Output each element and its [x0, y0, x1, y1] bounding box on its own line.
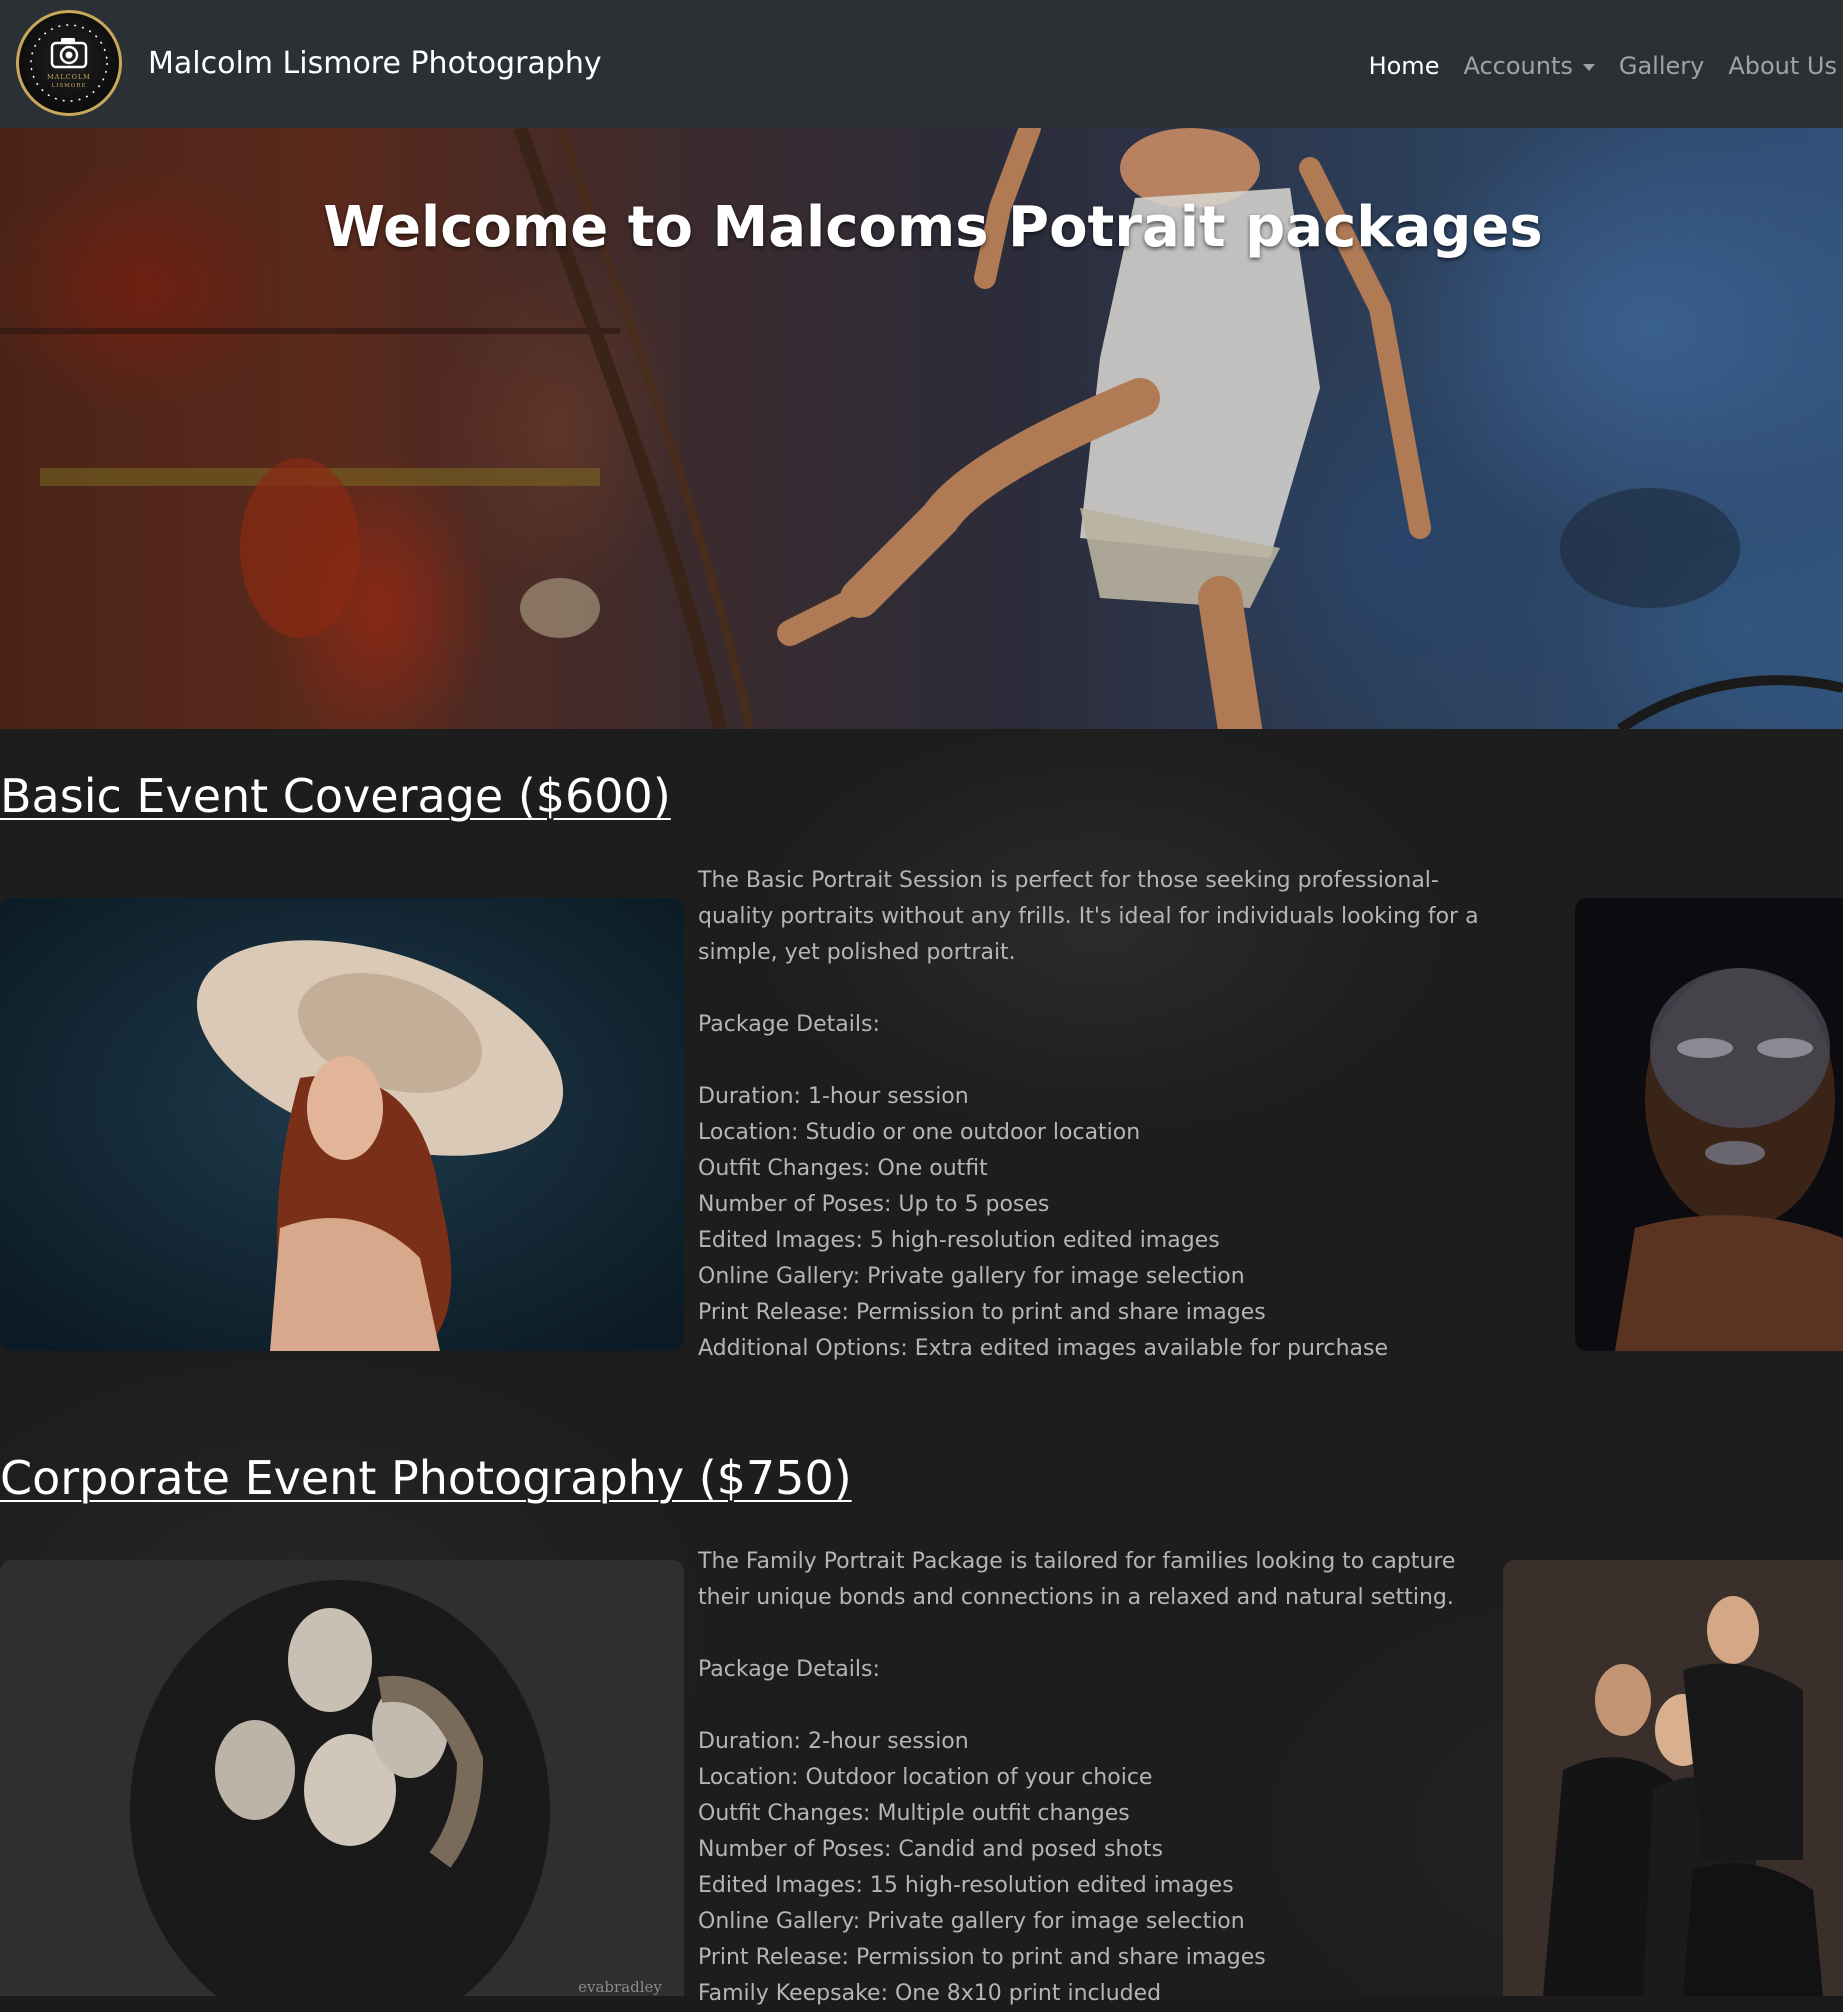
package-detail-item: Edited Images: 15 high-resolution edited…	[698, 1873, 1234, 1898]
package-detail-item: Edited Images: 5 high-resolution edited …	[698, 1228, 1220, 1253]
package-detail-item: Family Keepsake: One 8x10 print included	[698, 1981, 1162, 2006]
svg-text:MALCOLM: MALCOLM	[47, 73, 91, 81]
package-intro: The Basic Portrait Session is perfect fo…	[698, 868, 1479, 965]
package-intro: The Family Portrait Package is tailored …	[698, 1549, 1456, 1610]
nav-about-us[interactable]: About Us	[1728, 46, 1837, 86]
brand-name[interactable]: Malcolm Lismore Photography	[148, 44, 602, 84]
package-detail-item: Online Gallery: Private gallery for imag…	[698, 1264, 1245, 1289]
nav-accounts-dropdown[interactable]: Accounts	[1463, 46, 1595, 86]
package-detail-item: Location: Outdoor location of your choic…	[698, 1765, 1153, 1790]
nav-menu: Home Accounts Gallery About Us	[1369, 46, 1837, 86]
package-photo-hat-woman	[0, 898, 684, 1351]
package-photo-family-color	[1503, 1560, 1843, 1996]
package-detail-item: Outfit Changes: One outfit	[698, 1156, 988, 1181]
package-detail-item: Duration: 2-hour session	[698, 1729, 969, 1754]
svg-text:evabradley: evabradley	[578, 1978, 662, 1996]
package-details-heading: Package Details:	[698, 1657, 880, 1682]
nav-accounts-label: Accounts	[1463, 52, 1573, 80]
package-description-basic: The Basic Portrait Session is perfect fo…	[698, 863, 1504, 1367]
package-detail-item: Number of Poses: Candid and posed shots	[698, 1837, 1163, 1862]
package-detail-item: Print Release: Permission to print and s…	[698, 1945, 1266, 1970]
nav-home[interactable]: Home	[1369, 46, 1440, 86]
chevron-down-icon	[1582, 63, 1595, 71]
package-detail-item: Duration: 1-hour session	[698, 1084, 969, 1109]
hero-banner: Welcome to Malcoms Potrait packages	[0, 128, 1843, 729]
svg-text:LISMORE: LISMORE	[52, 83, 87, 89]
package-detail-item: Number of Poses: Up to 5 poses	[698, 1192, 1050, 1217]
package-photo-family-bw: evabradley	[0, 1560, 684, 1996]
package-detail-item: Location: Studio or one outdoor location	[698, 1120, 1141, 1145]
package-detail-item: Online Gallery: Private gallery for imag…	[698, 1909, 1245, 1934]
package-details-heading: Package Details:	[698, 1012, 880, 1037]
package-detail-item: Outfit Changes: Multiple outfit changes	[698, 1801, 1130, 1826]
package-photo-glitter-face	[1575, 898, 1843, 1351]
navbar: MALCOLM LISMORE Malcolm Lismore Photogra…	[0, 0, 1843, 128]
packages-section: Basic Event Coverage ($600) The Basic Po…	[0, 729, 1843, 2006]
hero-title: Welcome to Malcoms Potrait packages	[323, 195, 1543, 260]
package-detail-item: Print Release: Permission to print and s…	[698, 1300, 1266, 1325]
brand-logo[interactable]: MALCOLM LISMORE	[16, 10, 122, 116]
camera-logo-icon: MALCOLM LISMORE	[30, 24, 108, 102]
package-description-corporate: The Family Portrait Package is tailored …	[698, 1544, 1504, 2012]
package-title-basic[interactable]: Basic Event Coverage ($600)	[0, 766, 671, 826]
package-title-corporate[interactable]: Corporate Event Photography ($750)	[0, 1448, 852, 1508]
package-detail-item: Additional Options: Extra edited images …	[698, 1336, 1389, 1361]
nav-gallery[interactable]: Gallery	[1619, 46, 1704, 86]
